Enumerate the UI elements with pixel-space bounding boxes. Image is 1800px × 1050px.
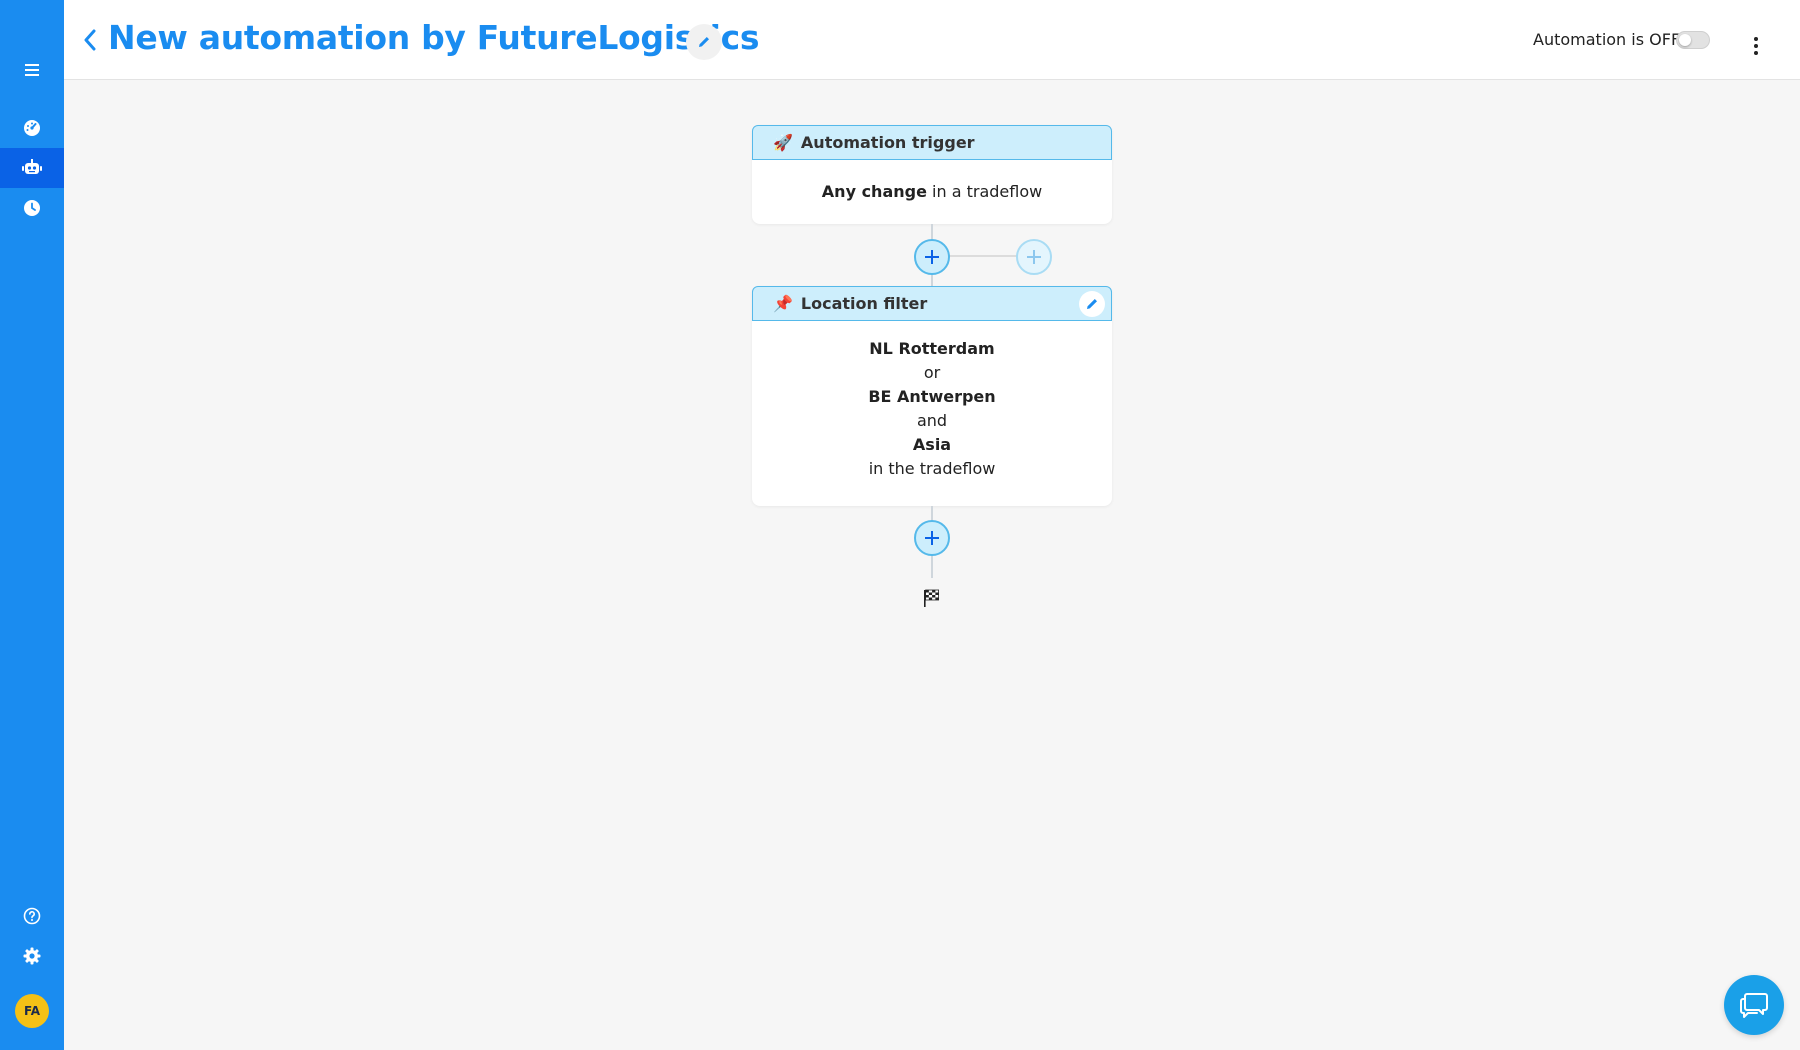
hamburger-menu-icon: [25, 64, 39, 76]
add-branch-button[interactable]: [1016, 239, 1052, 275]
edit-filter-button[interactable]: [1079, 291, 1105, 317]
clock-icon: [24, 200, 40, 216]
automation-toggle[interactable]: [1676, 31, 1710, 49]
filter-operator: and: [916, 411, 948, 430]
edit-title-button[interactable]: [686, 24, 722, 60]
kebab-dot: [1754, 44, 1758, 48]
robot-icon: [22, 159, 42, 174]
sidebar-item-history[interactable]: [0, 188, 64, 228]
checkered-flag-icon: [924, 589, 939, 607]
pencil-icon: [1087, 299, 1097, 309]
page-title: New automation by FutureLogistics: [108, 18, 760, 57]
more-options-button[interactable]: [1748, 34, 1764, 58]
menu-button[interactable]: [0, 50, 64, 90]
plus-icon: [1027, 250, 1041, 264]
sidebar-item-dashboard[interactable]: [0, 108, 64, 148]
page-header: New automation by FutureLogistics Automa…: [64, 0, 1800, 80]
filter-region: Asia: [912, 435, 952, 454]
help-button[interactable]: [0, 896, 64, 936]
settings-button[interactable]: [0, 936, 64, 976]
user-avatar[interactable]: FA: [15, 994, 49, 1028]
back-button[interactable]: [78, 26, 102, 54]
trigger-scope: in a tradeflow: [926, 182, 1043, 201]
chat-bubbles-icon: [1740, 993, 1768, 1018]
trigger-node-body: Any change in a tradeflow: [752, 160, 1112, 201]
chat-button[interactable]: [1724, 975, 1784, 1035]
kebab-dot: [1754, 37, 1758, 41]
help-circle-icon: [23, 907, 41, 925]
trigger-condition: Any change: [821, 182, 927, 201]
pencil-icon: [699, 37, 709, 47]
filter-location: BE Antwerpen: [868, 387, 996, 406]
trigger-node[interactable]: 🚀 Automation trigger Any change in a tra…: [752, 125, 1112, 224]
location-filter-title: Location filter: [800, 294, 928, 313]
sidebar: FA: [0, 0, 64, 1050]
plus-icon: [925, 250, 939, 264]
add-step-button[interactable]: [914, 520, 950, 556]
rocket-icon: 🚀: [773, 133, 793, 152]
automation-status-label: Automation is OFF: [1533, 30, 1681, 49]
location-filter-header: 📌 Location filter: [752, 286, 1112, 321]
trigger-node-title: Automation trigger: [800, 133, 975, 152]
add-step-button[interactable]: [914, 239, 950, 275]
filter-scope: in the tradeflow: [868, 459, 996, 478]
toggle-knob: [1679, 34, 1691, 46]
filter-operator: or: [923, 363, 941, 382]
kebab-dot: [1754, 51, 1758, 55]
plus-icon: [925, 531, 939, 545]
chevron-left-icon: [84, 29, 96, 51]
pushpin-icon: 📌: [773, 294, 793, 313]
branch-connector-line: [949, 255, 1019, 257]
filter-location: NL Rotterdam: [869, 339, 995, 358]
sidebar-item-automations[interactable]: [0, 148, 64, 188]
speedometer-icon: [24, 120, 40, 136]
gear-icon: [23, 947, 41, 965]
location-filter-node[interactable]: 📌 Location filter NL Rotterdam or BE Ant…: [752, 286, 1112, 506]
location-filter-body: NL Rotterdam or BE Antwerpen and Asia in…: [752, 321, 1112, 481]
trigger-node-header: 🚀 Automation trigger: [752, 125, 1112, 160]
